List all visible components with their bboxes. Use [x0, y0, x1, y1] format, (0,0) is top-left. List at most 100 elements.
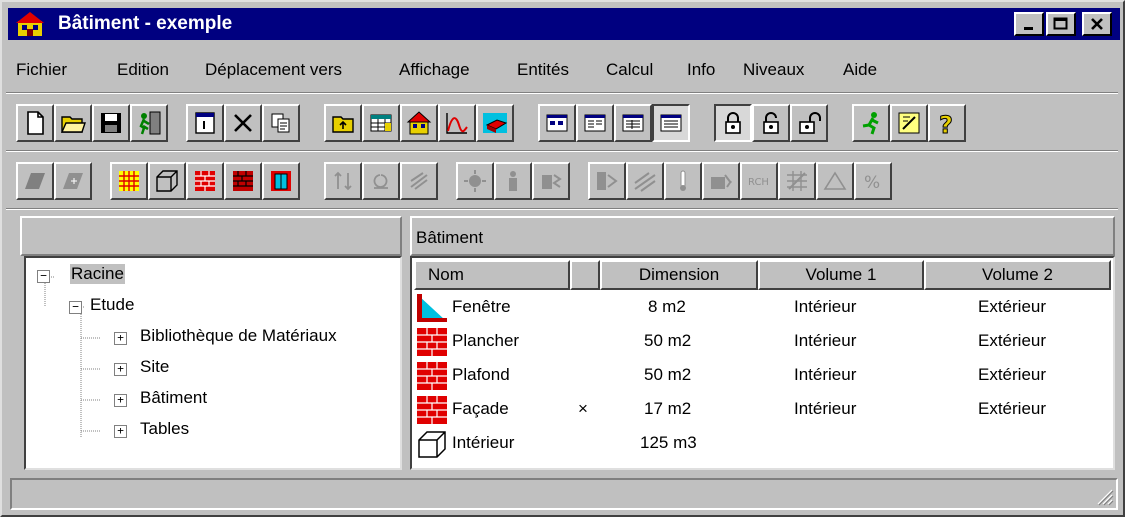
volume-button[interactable] — [148, 162, 186, 200]
brick-block-icon — [483, 113, 508, 133]
copy-icon — [271, 113, 290, 133]
details-view-button[interactable] — [614, 104, 652, 142]
resize-grip-icon[interactable] — [1094, 486, 1114, 506]
properties-button[interactable] — [186, 104, 224, 142]
column-header-volume2[interactable]: Volume 2 — [924, 260, 1111, 290]
block-button[interactable] — [476, 104, 514, 142]
chemistry-button[interactable]: RCH — [740, 162, 778, 200]
title-bar[interactable]: Bâtiment - exemple — [8, 8, 1120, 40]
tree-lines — [44, 276, 101, 438]
wall-gray-icon — [25, 173, 45, 189]
curve-chart-icon — [446, 113, 468, 134]
menu-calcul[interactable]: Calcul — [606, 60, 653, 80]
rotate-icon — [373, 174, 388, 189]
slope-button[interactable] — [626, 162, 664, 200]
collapse-root-toggle[interactable]: − — [37, 270, 50, 283]
help-button[interactable]: ? — [928, 104, 966, 142]
expand-site-toggle[interactable]: + — [114, 363, 127, 376]
open-button[interactable] — [54, 104, 92, 142]
row-volume1: Intérieur — [794, 331, 857, 350]
parent-folder-button[interactable] — [324, 104, 362, 142]
expand-materials-toggle[interactable]: + — [114, 332, 127, 345]
wall-button[interactable] — [16, 162, 54, 200]
row-volume2: Extérieur — [978, 331, 1047, 350]
column-header-volume1[interactable]: Volume 1 — [758, 260, 924, 290]
tree-node-site[interactable]: Site — [140, 357, 169, 377]
menu-affichage[interactable]: Affichage — [399, 60, 470, 80]
brick-wall-icon — [417, 362, 447, 390]
close-button[interactable] — [1082, 12, 1112, 36]
tree-view[interactable]: − Racine − Etude + Bibliothèque de Matér… — [24, 256, 402, 470]
cooling-button[interactable] — [702, 162, 740, 200]
tree-node-batiment[interactable]: Bâtiment — [140, 388, 207, 408]
cube-icon — [156, 170, 178, 192]
entity-list-view[interactable]: Nom Dimension Volume 1 Volume 2 Fenêtre … — [410, 256, 1115, 470]
maximize-button[interactable] — [1046, 12, 1076, 36]
expand-batiment-toggle[interactable]: + — [114, 394, 127, 407]
cube-outline-icon — [418, 431, 446, 458]
wall-section-button[interactable] — [54, 162, 92, 200]
building-button[interactable] — [400, 104, 438, 142]
minimize-button[interactable] — [1014, 12, 1044, 36]
menu-niveaux[interactable]: Niveaux — [743, 60, 804, 80]
exit-button[interactable] — [130, 104, 168, 142]
list-view-button[interactable] — [576, 104, 614, 142]
brick-wall-button[interactable] — [186, 162, 224, 200]
unlock-button[interactable] — [790, 104, 828, 142]
list-row-plancher[interactable]: Plancher 50 m2 Intérieur Extérieur — [414, 326, 1104, 358]
app-building-icon[interactable] — [16, 11, 44, 37]
tree-node-bibliotheque[interactable]: Bibliothèque de Matériaux — [140, 326, 337, 346]
small-icons-view-button[interactable] — [538, 104, 576, 142]
copy-button[interactable] — [262, 104, 300, 142]
column-header-dimension[interactable]: Dimension — [600, 260, 758, 290]
flow-button[interactable] — [324, 162, 362, 200]
angle-button[interactable] — [816, 162, 854, 200]
menu-deplacement-vers[interactable]: Déplacement vers — [205, 60, 342, 80]
tables-button[interactable] — [362, 104, 400, 142]
menu-edition[interactable]: Edition — [117, 60, 169, 80]
brick-button[interactable] — [224, 162, 262, 200]
list-row-interieur[interactable]: Intérieur 125 m3 — [414, 428, 1104, 460]
delete-button[interactable] — [224, 104, 262, 142]
report-view-button[interactable] — [652, 104, 690, 142]
list-row-plafond[interactable]: Plafond 50 m2 Intérieur Extérieur — [414, 360, 1104, 392]
window-frame-button[interactable] — [262, 162, 300, 200]
equipment-button[interactable] — [532, 162, 570, 200]
collapse-etude-toggle[interactable]: − — [69, 301, 82, 314]
percent-button[interactable]: % — [854, 162, 892, 200]
close-icon — [1091, 18, 1103, 30]
column-header-flag[interactable] — [570, 260, 600, 290]
building-icon — [406, 111, 432, 135]
status-bar — [10, 478, 1118, 510]
expand-tables-toggle[interactable]: + — [114, 425, 127, 438]
save-button[interactable] — [92, 104, 130, 142]
hvac-button[interactable] — [588, 162, 626, 200]
tree-node-tables[interactable]: Tables — [140, 419, 189, 439]
percent-grid-button[interactable] — [778, 162, 816, 200]
run-button[interactable] — [852, 104, 890, 142]
lock-button[interactable] — [714, 104, 752, 142]
application-window: Bâtiment - exemple Fichier Edition Dépla… — [0, 0, 1125, 517]
rotation-button[interactable] — [362, 162, 400, 200]
solar-button[interactable] — [456, 162, 494, 200]
exit-run-icon — [139, 111, 161, 135]
occupant-button[interactable] — [494, 162, 532, 200]
menu-fichier[interactable]: Fichier — [16, 60, 67, 80]
tree-node-racine[interactable]: Racine — [70, 264, 125, 284]
list-row-fenetre[interactable]: Fenêtre 8 m2 Intérieur Extérieur — [414, 292, 1104, 324]
folder-up-icon — [332, 116, 354, 133]
curve-button[interactable] — [438, 104, 476, 142]
list-row-facade[interactable]: Façade × 17 m2 Intérieur Extérieur — [414, 394, 1104, 426]
tree-node-etude[interactable]: Etude — [90, 295, 134, 315]
new-button[interactable] — [16, 104, 54, 142]
half-lock-button[interactable] — [752, 104, 790, 142]
menu-aide[interactable]: Aide — [843, 60, 877, 80]
temperature-button[interactable] — [664, 162, 702, 200]
grid-button[interactable] — [110, 162, 148, 200]
fan-button[interactable] — [400, 162, 438, 200]
edit-note-button[interactable] — [890, 104, 928, 142]
svg-text:%: % — [864, 173, 880, 193]
menu-info[interactable]: Info — [687, 60, 715, 80]
menu-entites[interactable]: Entités — [517, 60, 569, 80]
column-header-nom[interactable]: Nom — [414, 260, 570, 290]
